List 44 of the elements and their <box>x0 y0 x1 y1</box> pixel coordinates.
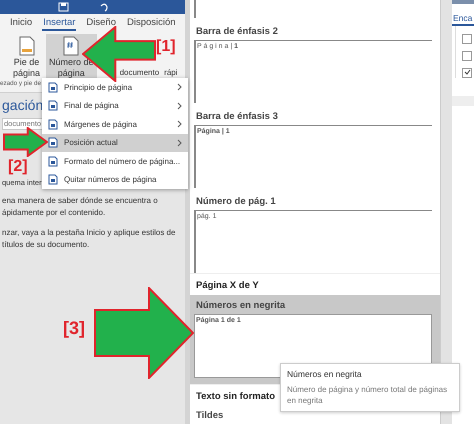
step-label: [1] <box>156 38 176 56</box>
menu-item[interactable]: Final de página <box>42 96 188 115</box>
undo-icon <box>99 2 109 12</box>
gallery-item-title: Número de pág. 1 <box>195 195 277 209</box>
ribbon-tab[interactable]: Inicio <box>9 16 34 30</box>
ribbon-tab[interactable]: Disposición <box>126 16 177 30</box>
gallery-item-title: Números en negrita <box>195 299 286 313</box>
step-label: [3] <box>63 318 85 339</box>
ribbon-tab[interactable]: Diseño <box>85 16 117 30</box>
ribbon-button[interactable]: documento <box>118 68 160 77</box>
help-text: ena manera de saber dónde se encuentra o <box>2 195 158 207</box>
save-icon <box>58 2 69 12</box>
pane-tab[interactable]: Enca <box>452 4 474 26</box>
page-icon <box>48 156 58 167</box>
help-text: ápidamente por el contenido. <box>2 207 106 219</box>
help-text: títulos de su documento. <box>2 239 90 251</box>
gallery-item-title: Tildes <box>195 409 224 423</box>
checkbox[interactable] <box>462 51 472 61</box>
footer-page-icon <box>18 36 35 56</box>
check-icon <box>464 69 470 75</box>
ribbon-button[interactable]: rápi <box>163 68 178 77</box>
tooltip-title: Números en negrita <box>287 369 363 379</box>
arrow-icon <box>94 287 194 379</box>
title-bar <box>452 0 474 4</box>
gallery-item[interactable]: Tildes <box>190 406 440 424</box>
page-number-icon <box>63 36 80 56</box>
step-label: [2] <box>8 158 28 176</box>
menu-item[interactable]: Formato del número de página... <box>42 152 188 170</box>
gallery-item-title: Barra de énfasis 2 <box>195 25 279 39</box>
page-icon <box>48 174 58 186</box>
checkbox[interactable] <box>462 34 472 44</box>
checkbox[interactable] <box>462 68 472 78</box>
navigation-title: gación <box>2 97 44 113</box>
menu-item[interactable]: Posición actual <box>42 134 188 152</box>
menu-item[interactable]: Márgenes de página <box>42 115 188 134</box>
page-icon <box>48 82 58 93</box>
help-text: nzar, vaya a la pestaña Inicio y aplique estilos de <box>2 227 176 239</box>
page-icon <box>48 100 58 112</box>
gallery-item-title: Barra de énfasis 3 <box>195 110 279 124</box>
menu-item[interactable]: Quitar números de página <box>42 170 188 189</box>
arrow-icon <box>3 127 48 157</box>
page-icon <box>48 118 58 130</box>
page-icon <box>48 137 58 148</box>
footer-button[interactable]: Pie de página <box>10 34 44 81</box>
